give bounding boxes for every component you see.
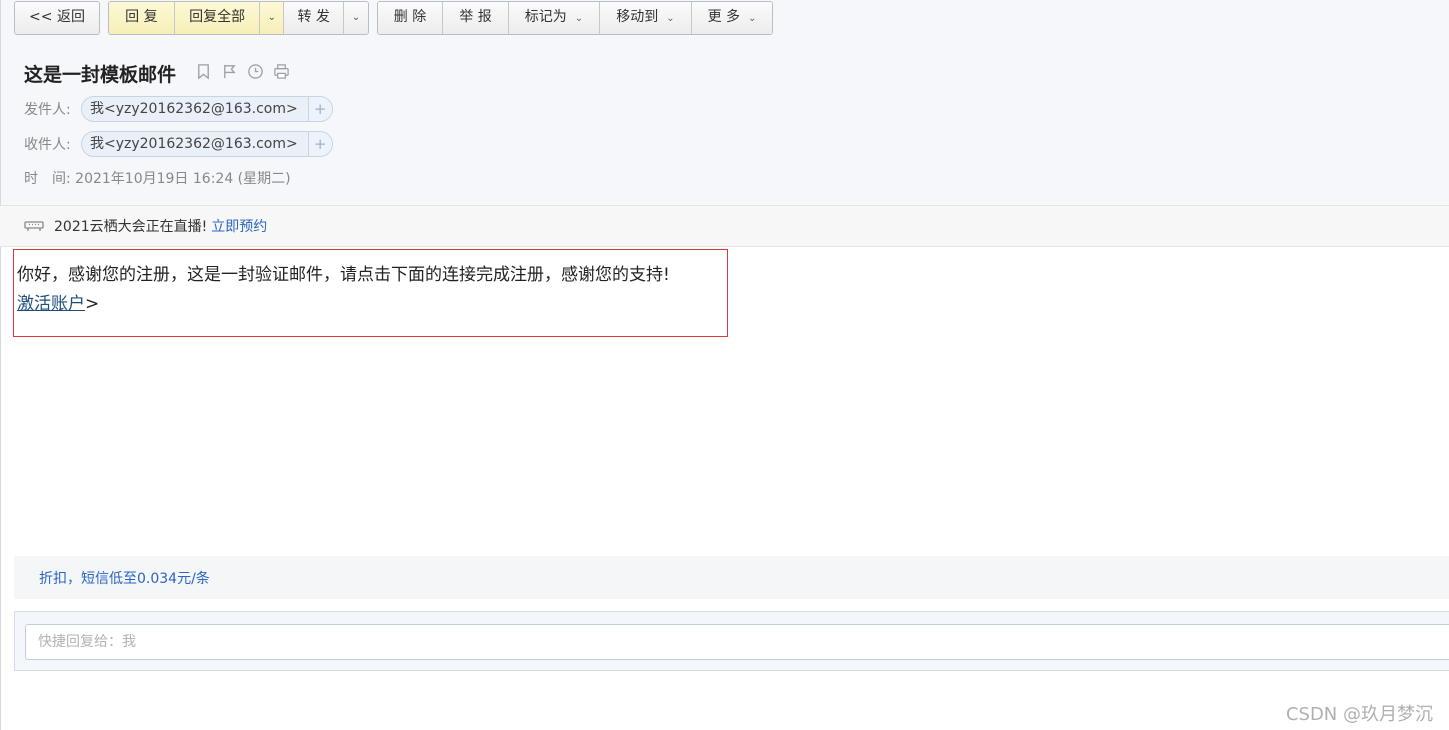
back-group: << 返回 [14, 1, 100, 35]
forward-button[interactable]: 转 发 [284, 2, 345, 34]
bookmark-icon[interactable] [194, 62, 212, 80]
time-value: 2021年10月19日 16:24 (星期二) [75, 171, 291, 187]
reply-button[interactable]: 回 复 [109, 2, 175, 34]
more-label: 更 多 [707, 9, 741, 25]
reply-all-dropdown-icon[interactable]: ⌄ [260, 2, 285, 34]
banner-text: 2021云栖大会正在直播! [54, 219, 208, 235]
body-text: 你好，感谢您的注册，这是一封验证邮件，请点击下面的连接完成注册，感谢您的支持! [17, 265, 670, 285]
time-label: 时 间: [24, 171, 71, 187]
mark-as-label: 标记为 [524, 9, 567, 25]
watermark: CSDN @玖月梦沉 [1285, 704, 1433, 725]
subject-actions [194, 62, 290, 80]
to-address[interactable]: 我<yzy20162362@163.com> [82, 132, 308, 156]
mail-body: 你好，感谢您的注册，这是一封验证邮件，请点击下面的连接完成注册，感谢您的支持! … [13, 249, 728, 337]
reply-group: 回 复 回复全部 ⌄ 转 发 ⌄ [108, 1, 369, 35]
to-address-pill: 我<yzy20162362@163.com> + [81, 131, 333, 157]
quick-reply-panel [14, 611, 1449, 671]
chevron-down-icon: ⌄ [574, 13, 584, 24]
move-to-button[interactable]: 移动到 ⌄ [600, 2, 692, 34]
mail-subject: 这是一封模板邮件 [24, 64, 177, 86]
chevron-down-icon: ⌄ [666, 13, 675, 24]
left-divider [0, 0, 1, 730]
move-to-label: 移动到 [616, 9, 659, 25]
activation-arrow: > [85, 294, 100, 314]
to-row: 收件人: 我<yzy20162362@163.com> + [24, 131, 333, 157]
mark-as-button[interactable]: 标记为 ⌄ [509, 2, 600, 34]
from-address-pill: 我<yzy20162362@163.com> + [81, 96, 333, 122]
add-contact-icon[interactable]: + [307, 97, 332, 121]
forward-dropdown-icon[interactable]: ⌄ [344, 2, 368, 34]
promo-banner: 2021云栖大会正在直播! 立即预约 [0, 205, 1449, 247]
delete-button[interactable]: 删 除 [378, 2, 443, 34]
reply-all-button[interactable]: 回复全部 [174, 2, 261, 34]
time-row: 时 间: 2021年10月19日 16:24 (星期二) [24, 168, 291, 188]
clock-icon[interactable] [246, 62, 264, 80]
flag-icon[interactable] [220, 62, 238, 80]
add-contact-icon[interactable]: + [307, 132, 332, 156]
report-button[interactable]: 举 报 [443, 2, 509, 34]
more-button[interactable]: 更 多 ⌄ [692, 2, 772, 34]
broadcast-icon [24, 221, 44, 231]
action-group: 删 除 举 报 标记为 ⌄ 移动到 ⌄ 更 多 ⌄ [377, 1, 773, 35]
sms-ad-link[interactable]: 折扣，短信低至0.034元/条 [14, 556, 1449, 599]
quick-reply-input[interactable] [25, 624, 1449, 660]
print-icon[interactable] [272, 62, 290, 80]
activation-line: 激活账户> [17, 290, 724, 319]
from-label: 发件人: [24, 102, 71, 118]
activate-account-link[interactable]: 激活账户 [17, 294, 85, 314]
chevron-down-icon: ⌄ [748, 13, 757, 24]
from-address[interactable]: 我<yzy20162362@163.com> [82, 97, 308, 121]
to-label: 收件人: [24, 137, 71, 153]
banner-link[interactable]: 立即预约 [211, 216, 267, 236]
from-row: 发件人: 我<yzy20162362@163.com> + [24, 96, 333, 122]
back-button[interactable]: << 返回 [15, 2, 99, 34]
